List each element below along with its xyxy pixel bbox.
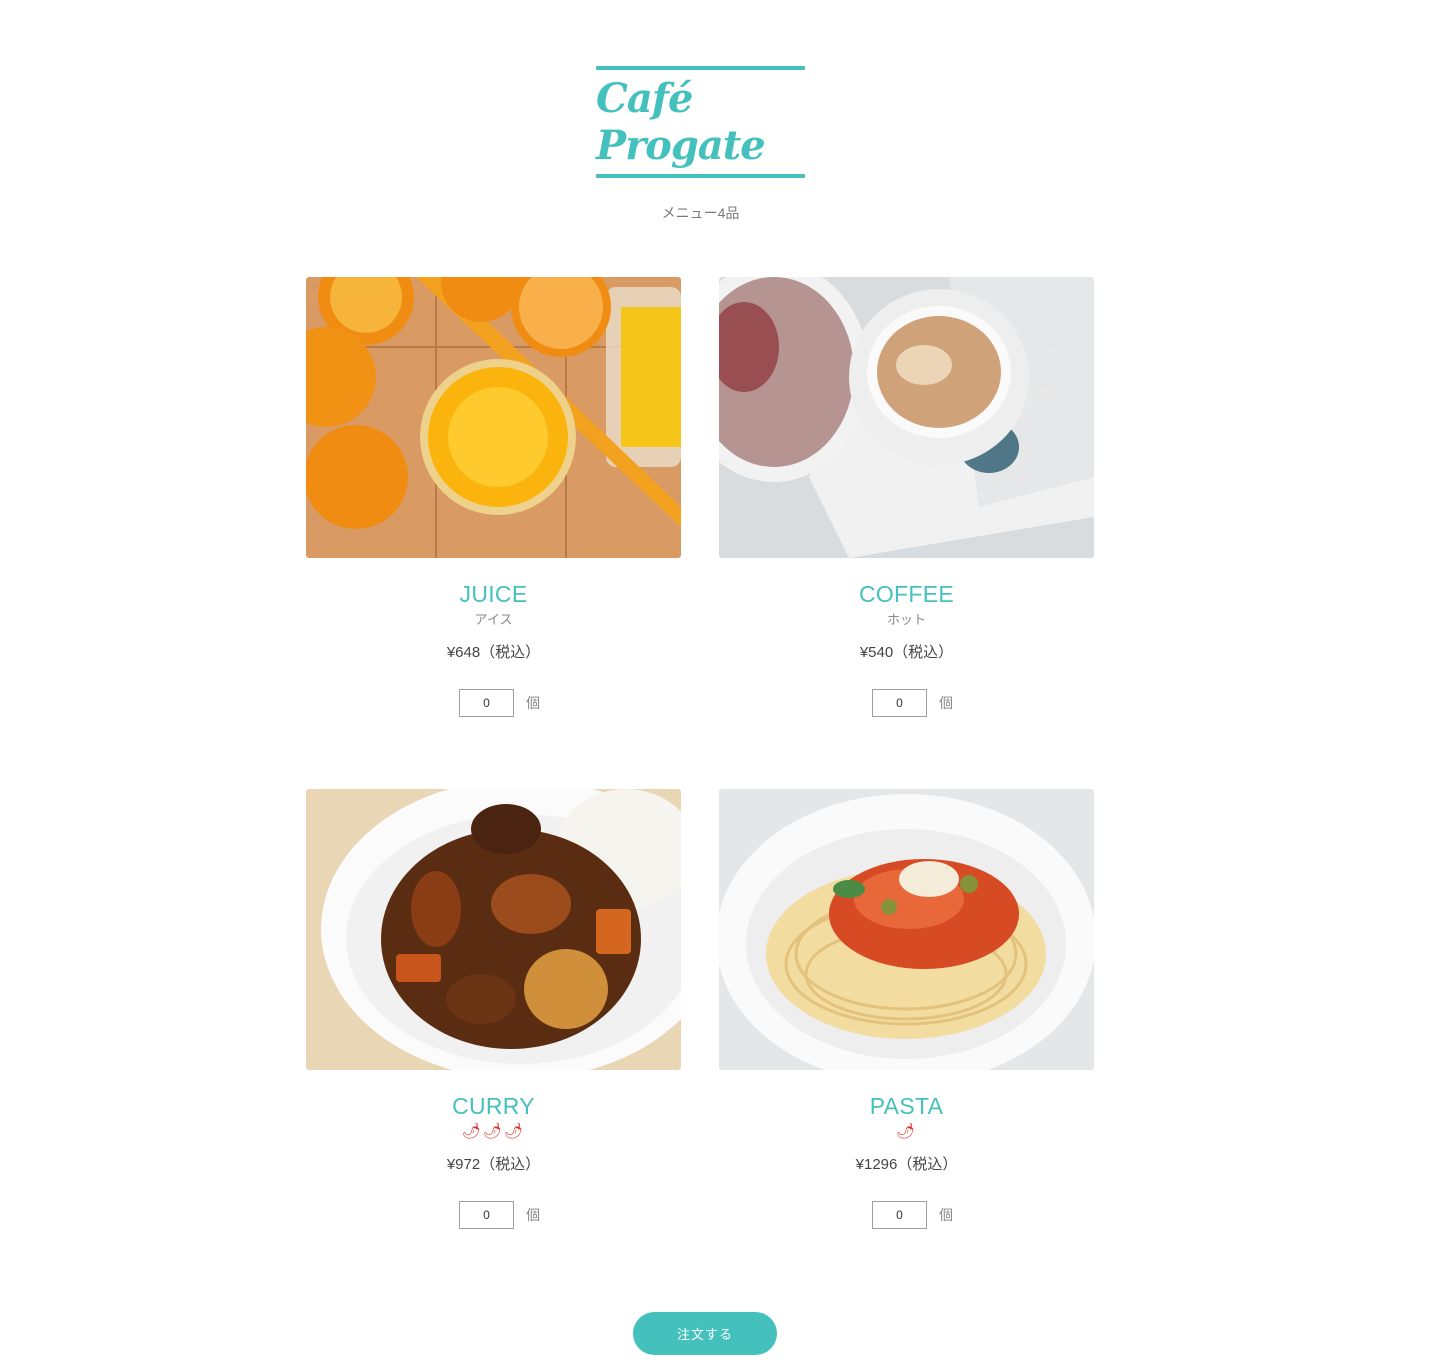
- quantity-input[interactable]: [459, 689, 514, 717]
- menu-item-curry: CURRY 🌶🌶🌶 ¥972（税込） 個: [306, 789, 681, 1229]
- menu-item-pasta: PASTA 🌶 ¥1296（税込） 個: [719, 789, 1094, 1229]
- site-header: Café Progate: [596, 66, 805, 178]
- header-bottom-rule: [596, 174, 805, 178]
- quantity-row: 個: [719, 1201, 1094, 1229]
- spice-level-icons: 🌶: [895, 1123, 918, 1140]
- menu-item-coffee: COFFEE ホット ¥540（税込） 個: [719, 277, 1094, 717]
- item-price: ¥1296（税込）: [855, 1156, 958, 1173]
- item-name: COFFEE: [858, 581, 955, 607]
- quantity-row: 個: [719, 689, 1094, 717]
- item-name: JUICE: [459, 581, 528, 607]
- item-name: PASTA: [869, 1093, 944, 1119]
- quantity-unit: 個: [939, 695, 953, 711]
- quantity-input[interactable]: [459, 1201, 514, 1229]
- quantity-row: 個: [306, 689, 681, 717]
- logo: Café Progate: [596, 70, 805, 174]
- coffee-photo: [719, 277, 1094, 558]
- item-name: CURRY: [452, 1093, 535, 1119]
- menu-item-juice: JUICE アイス ¥648（税込） 個: [306, 277, 681, 717]
- spice-level-icons: 🌶🌶🌶: [461, 1123, 526, 1140]
- quantity-input[interactable]: [872, 689, 927, 717]
- pasta-photo: [719, 789, 1094, 1070]
- item-price: ¥540（税込）: [859, 644, 954, 661]
- item-price: ¥972（税込）: [446, 1156, 541, 1173]
- quantity-input[interactable]: [872, 1201, 927, 1229]
- menu-count: メニュー4品: [661, 205, 740, 221]
- item-subtitle: ホット: [886, 612, 926, 627]
- quantity-unit: 個: [939, 1207, 953, 1223]
- curry-photo: [306, 789, 681, 1070]
- quantity-row: 個: [306, 1201, 681, 1229]
- item-price: ¥648（税込）: [446, 644, 541, 661]
- quantity-unit: 個: [526, 1207, 540, 1223]
- logo-text: Café Progate: [596, 75, 766, 169]
- quantity-unit: 個: [526, 695, 540, 711]
- orange-juice-photo: [306, 277, 681, 558]
- order-button[interactable]: 注文する: [633, 1312, 777, 1355]
- item-subtitle: アイス: [474, 612, 513, 627]
